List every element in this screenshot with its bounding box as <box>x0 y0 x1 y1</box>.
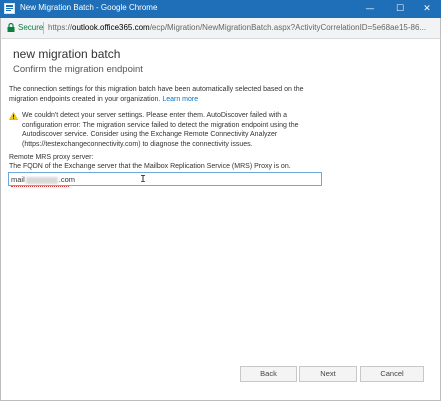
secure-label: Secure <box>18 23 44 32</box>
mrs-proxy-value-suffix: .com <box>58 175 76 184</box>
redacted-text <box>25 176 58 184</box>
url-text[interactable]: https://outlook.office365.com/ecp/Migrat… <box>48 23 436 32</box>
intro-text: The connection settings for this migrati… <box>9 86 304 103</box>
mrs-proxy-label: Remote MRS proxy server: <box>9 154 94 161</box>
spellcheck-underline <box>11 186 69 187</box>
maximize-button[interactable]: ☐ <box>387 0 413 18</box>
url-scheme: https:// <box>48 23 73 32</box>
window-app-icon <box>4 3 15 14</box>
back-button[interactable]: Back <box>240 366 297 382</box>
minimize-button[interactable]: — <box>357 0 383 18</box>
intro-paragraph: The connection settings for this migrati… <box>9 85 314 104</box>
next-button[interactable]: Next <box>299 366 357 382</box>
page-title: new migration batch <box>13 47 121 61</box>
mrs-proxy-input[interactable]: mail .com <box>8 172 322 187</box>
mrs-proxy-value-prefix: mail <box>11 175 25 184</box>
address-separator <box>43 22 44 34</box>
text-cursor-icon: I <box>140 174 147 185</box>
page-subtitle: Confirm the migration endpoint <box>13 64 143 75</box>
window-title: New Migration Batch - Google Chrome <box>20 3 158 12</box>
window-titlebar: New Migration Batch - Google Chrome — ☐ … <box>0 0 441 18</box>
learn-more-link[interactable]: Learn more <box>162 96 198 103</box>
cancel-button[interactable]: Cancel <box>360 366 424 382</box>
lock-icon <box>7 23 15 32</box>
page-content: new migration batch Confirm the migratio… <box>0 39 441 401</box>
warning-icon <box>9 112 18 120</box>
warning-message: We couldn't detect your server settings.… <box>22 112 299 148</box>
close-button[interactable]: ✕ <box>414 0 440 18</box>
address-bar[interactable]: Secure https://outlook.office365.com/ecp… <box>0 18 441 39</box>
url-path: /ecp/Migration/NewMigrationBatch.aspx?Ac… <box>149 23 427 32</box>
mrs-proxy-value: mail .com <box>11 175 76 187</box>
mrs-proxy-help: The FQDN of the Exchange server that the… <box>9 163 291 170</box>
url-host: outlook.office365.com <box>72 23 150 32</box>
